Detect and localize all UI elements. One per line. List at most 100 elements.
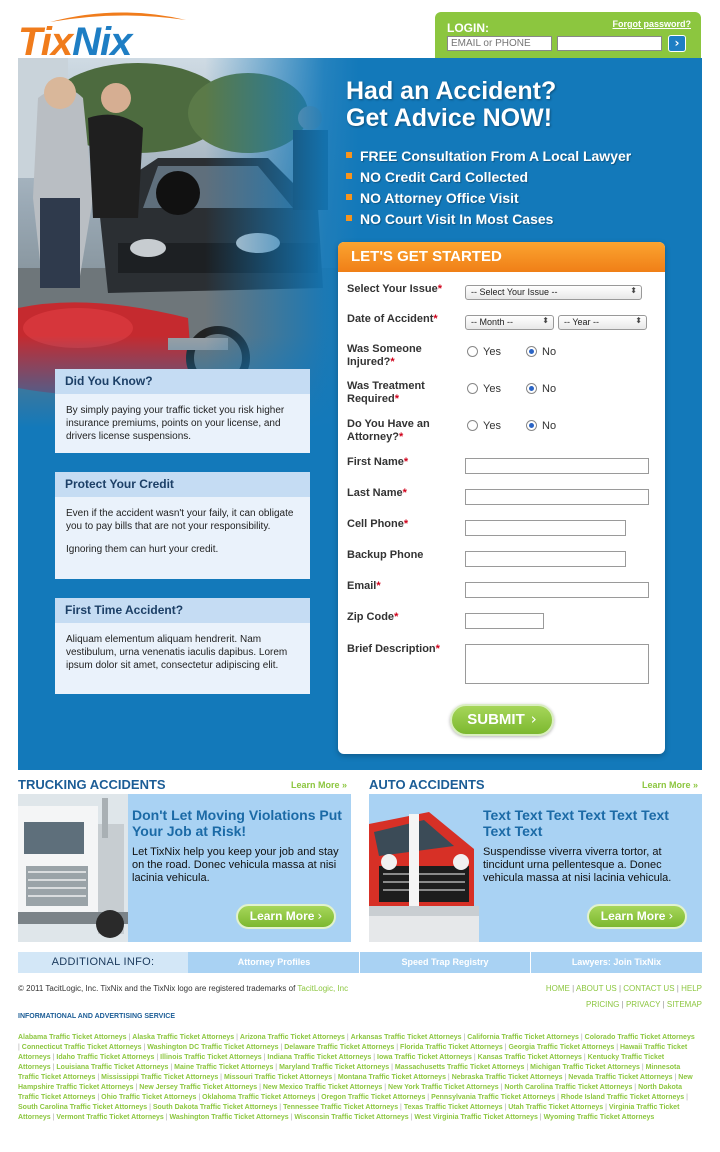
login-email-input[interactable]	[447, 36, 552, 51]
footer-link-home[interactable]: HOME	[546, 984, 570, 993]
info-box-body: Aliquam elementum aliquam hendrerit. Nam…	[66, 634, 288, 671]
state-link[interactable]: Oregon Traffic Ticket Attorneys	[321, 1094, 425, 1101]
state-link[interactable]: Wisconsin Traffic Ticket Attorneys	[294, 1114, 408, 1121]
attorney-no-radio[interactable]: No	[526, 419, 556, 432]
last-name-label: Last Name*	[347, 487, 407, 499]
state-link[interactable]: Delaware Traffic Ticket Attorneys	[284, 1044, 394, 1051]
backup-phone-label: Backup Phone	[347, 549, 424, 561]
state-link[interactable]: Mississippi Traffic Ticket Attorneys	[101, 1074, 218, 1081]
state-link[interactable]: South Carolina Traffic Ticket Attorneys	[18, 1104, 147, 1111]
state-link[interactable]: Arizona Traffic Ticket Attorneys	[240, 1034, 345, 1041]
state-link[interactable]: Nevada Traffic Ticket Attorneys	[568, 1074, 672, 1081]
email-input[interactable]	[465, 582, 649, 598]
lawyers-join-link[interactable]: Lawyers: Join TixNix	[531, 952, 702, 973]
state-link[interactable]: Arkansas Traffic Ticket Attorneys	[351, 1034, 462, 1041]
state-link[interactable]: West Virginia Traffic Ticket Attorneys	[414, 1114, 537, 1121]
email-label: Email*	[347, 580, 381, 592]
last-name-input[interactable]	[465, 489, 649, 505]
footer-link-help[interactable]: HELP	[681, 984, 702, 993]
state-link[interactable]: Utah Traffic Ticket Attorneys	[508, 1104, 603, 1111]
issue-select[interactable]: -- Select Your Issue -- ⬍	[465, 285, 642, 300]
chevron-right-icon: ›	[668, 909, 674, 923]
login-go-button[interactable]: ›	[668, 35, 686, 52]
state-link[interactable]: Nebraska Traffic Ticket Attorneys	[452, 1074, 563, 1081]
footer-nav-primary: HOME | ABOUT US | CONTACT US | HELP	[545, 984, 702, 993]
state-link[interactable]: Florida Traffic Ticket Attorneys	[400, 1044, 503, 1051]
attorney-yes-radio[interactable]: Yes	[467, 419, 501, 432]
state-link[interactable]: Louisiana Traffic Ticket Attorneys	[56, 1064, 168, 1071]
state-link[interactable]: Oklahoma Traffic Ticket Attorneys	[202, 1094, 315, 1101]
state-link[interactable]: Missouri Traffic Ticket Attorneys	[224, 1074, 332, 1081]
state-link[interactable]: Illinois Traffic Ticket Attorneys	[160, 1054, 262, 1061]
trucking-promo: TRUCKING ACCIDENTS Learn More » Don't Le…	[18, 777, 351, 942]
trucking-learn-more-button[interactable]: Learn More ›	[236, 904, 336, 929]
state-link[interactable]: Pennsylvania Traffic Ticket Attorneys	[431, 1094, 555, 1101]
month-select[interactable]: -- Month -- ⬍	[465, 315, 554, 330]
state-link[interactable]: New York Traffic Ticket Attorneys	[388, 1084, 499, 1091]
first-name-input[interactable]	[465, 458, 649, 474]
cell-phone-label: Cell Phone*	[347, 518, 409, 530]
state-link[interactable]: California Traffic Ticket Attorneys	[467, 1034, 579, 1041]
backup-phone-input[interactable]	[465, 551, 626, 567]
footer-link-contact[interactable]: CONTACT US	[623, 984, 674, 993]
tacitlogic-link[interactable]: TacitLogic, Inc	[297, 984, 348, 993]
state-link[interactable]: Vermont Traffic Ticket Attorneys	[56, 1114, 163, 1121]
state-link[interactable]: Wyoming Traffic Ticket Attorneys	[544, 1114, 655, 1121]
state-link[interactable]: Alaska Traffic Ticket Attorneys	[132, 1034, 234, 1041]
auto-learn-more-button[interactable]: Learn More ›	[587, 904, 687, 929]
state-link[interactable]: Georgia Traffic Ticket Attorneys	[508, 1044, 614, 1051]
state-link[interactable]: Rhode Island Traffic Ticket Attorneys	[561, 1094, 684, 1101]
state-link[interactable]: Tennessee Traffic Ticket Attorneys	[283, 1104, 398, 1111]
injured-yes-radio[interactable]: Yes	[467, 345, 501, 358]
tixnix-logo[interactable]: TixNix	[18, 10, 203, 64]
state-link[interactable]: Michigan Traffic Ticket Attorneys	[530, 1064, 640, 1071]
footer-link-about[interactable]: ABOUT US	[576, 984, 617, 993]
zip-input[interactable]	[465, 613, 544, 629]
form-title: LET'S GET STARTED	[338, 242, 665, 272]
select-arrows-icon: ⬍	[630, 286, 637, 295]
state-link[interactable]: Ohio Traffic Ticket Attorneys	[101, 1094, 196, 1101]
state-link[interactable]: North Carolina Traffic Ticket Attorneys	[504, 1084, 632, 1091]
trucking-learn-more-link[interactable]: Learn More »	[291, 780, 347, 790]
submit-button[interactable]: SUBMIT ›	[450, 704, 554, 736]
footer-link-pricing[interactable]: PRICING	[586, 1000, 619, 1009]
cell-phone-input[interactable]	[465, 520, 626, 536]
attorney-profiles-link[interactable]: Attorney Profiles	[189, 952, 359, 973]
bullet-square-icon	[346, 152, 352, 159]
copyright: © 2011 TacitLogic, Inc. TixNix and the T…	[18, 984, 349, 993]
login-password-input[interactable]	[557, 36, 662, 51]
state-link[interactable]: Idaho Traffic Ticket Attorneys	[56, 1054, 154, 1061]
injured-no-radio[interactable]: No	[526, 345, 556, 358]
state-link[interactable]: Alabama Traffic Ticket Attorneys	[18, 1034, 127, 1041]
year-select[interactable]: -- Year -- ⬍	[558, 315, 647, 330]
state-link[interactable]: South Dakota Traffic Ticket Attorneys	[153, 1104, 277, 1111]
auto-heading: Text Text Text Text Text Text Text Text	[483, 807, 669, 839]
state-link[interactable]: Indiana Traffic Ticket Attorneys	[267, 1054, 371, 1061]
footer-link-privacy[interactable]: PRIVACY	[626, 1000, 660, 1009]
speed-trap-registry-link[interactable]: Speed Trap Registry	[360, 952, 530, 973]
state-link[interactable]: Connecticut Traffic Ticket Attorneys	[22, 1044, 142, 1051]
state-link[interactable]: Maryland Traffic Ticket Attorneys	[279, 1064, 389, 1071]
state-link[interactable]: Massachusetts Traffic Ticket Attorneys	[395, 1064, 525, 1071]
state-link[interactable]: Texas Traffic Ticket Attorneys	[404, 1104, 503, 1111]
treatment-yes-radio[interactable]: Yes	[467, 382, 501, 395]
treatment-no-radio[interactable]: No	[526, 382, 556, 395]
state-link[interactable]: New Jersey Traffic Ticket Attorneys	[139, 1084, 257, 1091]
auto-learn-more-link[interactable]: Learn More »	[642, 780, 698, 790]
state-link[interactable]: New Mexico Traffic Ticket Attorneys	[263, 1084, 382, 1091]
treatment-label: Was Treatment Required*	[347, 380, 425, 405]
description-textarea[interactable]	[465, 644, 649, 684]
state-link[interactable]: Maine Traffic Ticket Attorneys	[174, 1064, 273, 1071]
info-box-body: By simply paying your traffic ticket you…	[66, 405, 285, 442]
state-link[interactable]: Kansas Traffic Ticket Attorneys	[478, 1054, 582, 1061]
state-link[interactable]: Iowa Traffic Ticket Attorneys	[377, 1054, 472, 1061]
state-link[interactable]: Washington DC Traffic Ticket Attorneys	[147, 1044, 278, 1051]
state-link[interactable]: Montana Traffic Ticket Attorneys	[338, 1074, 446, 1081]
state-link[interactable]: Washington Traffic Ticket Attorneys	[170, 1114, 289, 1121]
state-link[interactable]: Colorado Traffic Ticket Attorneys	[585, 1034, 695, 1041]
description-label: Brief Description*	[347, 643, 440, 655]
divider: |	[684, 1094, 688, 1101]
forgot-password-link[interactable]: Forgot password?	[613, 19, 692, 29]
footer-link-sitemap[interactable]: SITEMAP	[667, 1000, 702, 1009]
login-panel: LOGIN: Forgot password? ›	[435, 12, 701, 58]
